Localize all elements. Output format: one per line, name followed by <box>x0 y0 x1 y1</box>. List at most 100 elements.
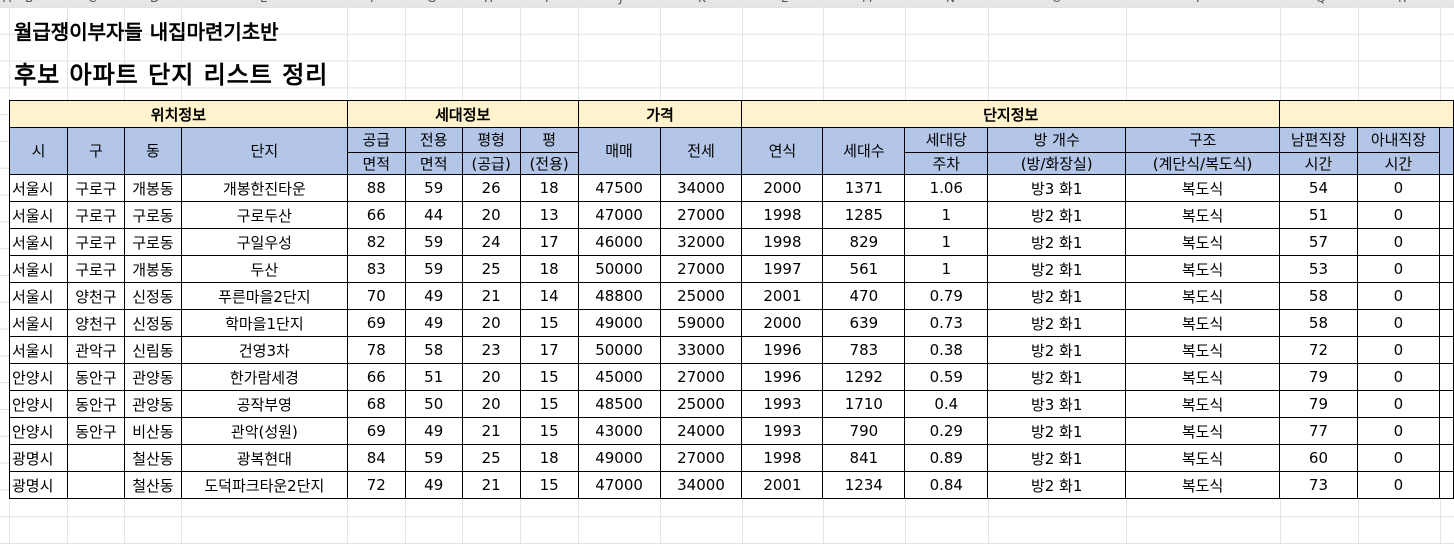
cell-pyeong-supply[interactable]: 20 <box>461 390 521 418</box>
cell-exclusive-area[interactable]: 50 <box>404 390 463 418</box>
cell-parking[interactable]: 1 <box>904 201 989 229</box>
cell-extra[interactable] <box>1438 174 1454 202</box>
column-letter-n[interactable]: N <box>946 0 955 5</box>
header-complex[interactable]: 단지 <box>180 127 348 175</box>
header-rooms[interactable]: 방 개수 <box>987 127 1127 153</box>
header-exclusive-area-2[interactable]: 면적 <box>404 152 463 175</box>
cell-year[interactable]: 1996 <box>741 336 824 364</box>
cell-dong[interactable]: 개봉동 <box>123 174 182 202</box>
cell-wife-commute[interactable]: 0 <box>1356 444 1440 472</box>
cell-exclusive-area[interactable]: 49 <box>404 282 463 310</box>
cell-pyeong-exclusive[interactable]: 18 <box>519 174 579 202</box>
column-letter-o[interactable]: O <box>1052 0 1061 5</box>
cell-exclusive-area[interactable]: 59 <box>404 255 463 283</box>
column-letter-i[interactable]: I <box>545 0 549 5</box>
cell-extra[interactable] <box>1438 336 1454 364</box>
cell-pyeong-exclusive[interactable]: 18 <box>519 444 579 472</box>
cell-dong[interactable]: 구로동 <box>123 201 182 229</box>
cell-husband-commute[interactable]: 79 <box>1279 390 1358 418</box>
cell-exclusive-area[interactable]: 49 <box>404 471 463 499</box>
cell-structure[interactable]: 복도식 <box>1125 201 1280 229</box>
cell-city[interactable]: 광명시 <box>9 471 68 499</box>
cell-district[interactable]: 동안구 <box>66 363 125 391</box>
cell-year[interactable]: 1993 <box>741 417 824 445</box>
cell-sale[interactable]: 45000 <box>577 363 661 391</box>
cell-dong[interactable]: 신림동 <box>123 336 182 364</box>
header-wife-commute[interactable]: 아내직장 <box>1356 127 1440 153</box>
cell-pyeong-exclusive[interactable]: 15 <box>519 471 579 499</box>
cell-households[interactable]: 561 <box>822 255 906 283</box>
cell-households[interactable]: 470 <box>822 282 906 310</box>
cell-extra[interactable] <box>1438 417 1454 445</box>
cell-rooms[interactable]: 방2 화1 <box>987 471 1127 499</box>
cell-rooms[interactable]: 방2 화1 <box>987 309 1127 337</box>
header-sale[interactable]: 매매 <box>577 127 661 175</box>
cell-extra[interactable] <box>1438 282 1454 310</box>
header-year[interactable]: 연식 <box>741 127 824 175</box>
cell-year[interactable]: 1998 <box>741 444 824 472</box>
cell-jeonse[interactable]: 27000 <box>659 363 743 391</box>
header-rooms-2[interactable]: (방/화장실) <box>987 152 1127 175</box>
cell-parking[interactable]: 0.89 <box>904 444 989 472</box>
cell-extra[interactable] <box>1438 228 1454 256</box>
cell-pyeong-exclusive[interactable]: 14 <box>519 282 579 310</box>
cell-households[interactable]: 639 <box>822 309 906 337</box>
cell-dong[interactable]: 개봉동 <box>123 255 182 283</box>
cell-households[interactable]: 783 <box>822 336 906 364</box>
cell-city[interactable]: 안양시 <box>9 363 68 391</box>
cell-wife-commute[interactable]: 0 <box>1356 282 1440 310</box>
cell-supply-area[interactable]: 66 <box>346 201 406 229</box>
cell-rooms[interactable]: 방2 화1 <box>987 363 1127 391</box>
cell-parking[interactable]: 0.59 <box>904 363 989 391</box>
cell-complex[interactable]: 구일우성 <box>180 228 348 256</box>
cell-dong[interactable]: 비산동 <box>123 417 182 445</box>
column-letter-e[interactable]: E <box>260 0 268 5</box>
cell-pyeong-exclusive[interactable]: 15 <box>519 390 579 418</box>
header-pyeong-exclusive-2[interactable]: (전용) <box>519 152 579 175</box>
cell-city[interactable]: 서울시 <box>9 228 68 256</box>
cell-district[interactable]: 양천구 <box>66 282 125 310</box>
cell-jeonse[interactable]: 27000 <box>659 255 743 283</box>
cell-exclusive-area[interactable]: 44 <box>404 201 463 229</box>
group-extra[interactable] <box>1279 100 1454 128</box>
cell-city[interactable]: 서울시 <box>9 282 68 310</box>
header-structure[interactable]: 구조 <box>1125 127 1280 153</box>
column-letter-b[interactable]: B <box>25 0 33 5</box>
cell-structure[interactable]: 복도식 <box>1125 363 1280 391</box>
column-letter-c[interactable]: C <box>88 0 96 5</box>
cell-supply-area[interactable]: 88 <box>346 174 406 202</box>
cell-city[interactable]: 서울시 <box>9 255 68 283</box>
header-pyeong-exclusive[interactable]: 평 <box>519 127 579 153</box>
group-complex[interactable]: 단지정보 <box>741 100 1280 128</box>
cell-households[interactable]: 790 <box>822 417 906 445</box>
cell-supply-area[interactable]: 69 <box>346 309 406 337</box>
cell-city[interactable]: 서울시 <box>9 174 68 202</box>
cell-households[interactable]: 1371 <box>822 174 906 202</box>
cell-rooms[interactable]: 방2 화1 <box>987 282 1127 310</box>
column-letter-h[interactable]: H <box>484 0 493 5</box>
cell-year[interactable]: 2000 <box>741 174 824 202</box>
cell-jeonse[interactable]: 25000 <box>659 390 743 418</box>
cell-pyeong-exclusive[interactable]: 15 <box>519 417 579 445</box>
cell-jeonse[interactable]: 32000 <box>659 228 743 256</box>
cell-complex[interactable]: 공작부영 <box>180 390 348 418</box>
cell-district[interactable] <box>66 444 125 472</box>
cell-pyeong-supply[interactable]: 20 <box>461 309 521 337</box>
cell-parking[interactable]: 1.06 <box>904 174 989 202</box>
cell-sale[interactable]: 48800 <box>577 282 661 310</box>
cell-rooms[interactable]: 방2 화1 <box>987 228 1127 256</box>
header-pyeong-supply[interactable]: 평형 <box>461 127 521 153</box>
cell-pyeong-supply[interactable]: 26 <box>461 174 521 202</box>
cell-sale[interactable]: 47000 <box>577 471 661 499</box>
cell-complex[interactable]: 두산 <box>180 255 348 283</box>
cell-sale[interactable]: 49000 <box>577 309 661 337</box>
cell-rooms[interactable]: 방3 화1 <box>987 390 1127 418</box>
cell-supply-area[interactable]: 70 <box>346 282 406 310</box>
cell-husband-commute[interactable]: 53 <box>1279 255 1358 283</box>
cell-structure[interactable]: 복도식 <box>1125 228 1280 256</box>
cell-rooms[interactable]: 방2 화1 <box>987 444 1127 472</box>
cell-extra[interactable] <box>1438 255 1454 283</box>
cell-structure[interactable]: 복도식 <box>1125 336 1280 364</box>
cell-extra[interactable] <box>1438 309 1454 337</box>
cell-supply-area[interactable]: 72 <box>346 471 406 499</box>
